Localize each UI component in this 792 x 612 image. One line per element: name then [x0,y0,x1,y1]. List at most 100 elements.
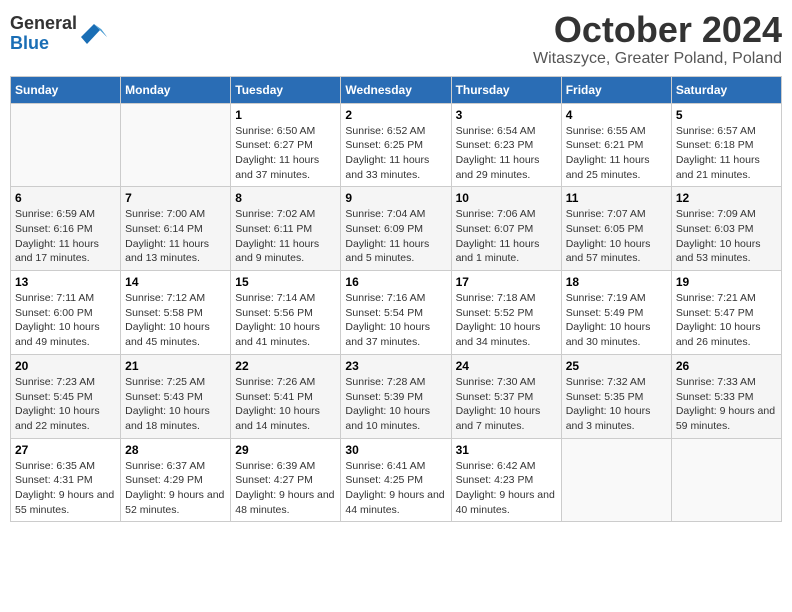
logo-icon [79,19,109,49]
day-info: Sunrise: 6:42 AM Sunset: 4:23 PM Dayligh… [456,459,557,518]
day-info: Sunrise: 7:14 AM Sunset: 5:56 PM Dayligh… [235,291,336,350]
location-title: Witaszyce, Greater Poland, Poland [533,50,782,68]
calendar-day-cell: 9 Sunrise: 7:04 AM Sunset: 6:09 PM Daylig… [341,187,451,271]
day-info: Sunrise: 6:35 AM Sunset: 4:31 PM Dayligh… [15,459,116,518]
calendar-day-cell: 8 Sunrise: 7:02 AM Sunset: 6:11 PM Daylig… [231,187,341,271]
calendar-day-cell: 30Sunrise: 6:41 AM Sunset: 4:25 PM Dayli… [341,438,451,522]
calendar-week-row: 27 Sunrise: 6:35 AM Sunset: 4:31 PM Dayli… [11,438,782,522]
day-number: 27 [15,443,116,457]
calendar-week-row: 6Sunrise: 6:59 AM Sunset: 6:16 PM Daylig… [11,187,782,271]
calendar-week-row: 13 Sunrise: 7:11 AM Sunset: 6:00 PM Dayli… [11,271,782,355]
logo-blue-text: Blue [10,34,77,54]
day-number: 8 [235,191,336,205]
day-info: Sunrise: 7:06 AM Sunset: 6:07 PM Dayligh… [456,207,557,266]
day-info: Sunrise: 7:16 AM Sunset: 5:54 PM Dayligh… [345,291,446,350]
day-info: Sunrise: 7:02 AM Sunset: 6:11 PM Dayligh… [235,207,336,266]
day-number: 17 [456,275,557,289]
calendar-day-cell: 3Sunrise: 6:54 AM Sunset: 6:23 PM Daylig… [451,103,561,187]
calendar-day-cell: 12 Sunrise: 7:09 AM Sunset: 6:03 PM Dayli… [671,187,781,271]
day-info: Sunrise: 6:39 AM Sunset: 4:27 PM Dayligh… [235,459,336,518]
day-number: 2 [345,108,446,122]
day-number: 26 [676,359,777,373]
calendar-day-cell [11,103,121,187]
day-info: Sunrise: 7:04 AM Sunset: 6:09 PM Dayligh… [345,207,446,266]
day-number: 6 [15,191,116,205]
calendar-day-cell: 29 Sunrise: 6:39 AM Sunset: 4:27 PM Dayli… [231,438,341,522]
calendar-day-cell: 7 Sunrise: 7:00 AM Sunset: 6:14 PM Daylig… [121,187,231,271]
calendar-day-cell: 24Sunrise: 7:30 AM Sunset: 5:37 PM Dayli… [451,354,561,438]
day-number: 18 [566,275,667,289]
calendar-day-cell: 14Sunrise: 7:12 AM Sunset: 5:58 PM Dayli… [121,271,231,355]
day-number: 11 [566,191,667,205]
calendar-table: SundayMondayTuesdayWednesdayThursdayFrid… [10,76,782,523]
day-info: Sunrise: 6:41 AM Sunset: 4:25 PM Dayligh… [345,459,446,518]
day-number: 3 [456,108,557,122]
calendar-day-cell: 26 Sunrise: 7:33 AM Sunset: 5:33 PM Dayli… [671,354,781,438]
calendar-day-cell: 20 Sunrise: 7:23 AM Sunset: 5:45 PM Dayli… [11,354,121,438]
day-info: Sunrise: 7:23 AM Sunset: 5:45 PM Dayligh… [15,375,116,434]
logo: General Blue [10,14,109,54]
day-of-week-header: Friday [561,76,671,103]
day-info: Sunrise: 6:55 AM Sunset: 6:21 PM Dayligh… [566,124,667,183]
calendar-day-cell: 23 Sunrise: 7:28 AM Sunset: 5:39 PM Dayli… [341,354,451,438]
day-of-week-header: Thursday [451,76,561,103]
day-number: 28 [125,443,226,457]
day-number: 25 [566,359,667,373]
logo-general-text: General [10,14,77,34]
calendar-day-cell: 28 Sunrise: 6:37 AM Sunset: 4:29 PM Dayli… [121,438,231,522]
day-number: 16 [345,275,446,289]
calendar-day-cell: 4 Sunrise: 6:55 AM Sunset: 6:21 PM Daylig… [561,103,671,187]
calendar-day-cell: 16 Sunrise: 7:16 AM Sunset: 5:54 PM Dayli… [341,271,451,355]
day-number: 9 [345,191,446,205]
day-number: 12 [676,191,777,205]
day-info: Sunrise: 6:50 AM Sunset: 6:27 PM Dayligh… [235,124,336,183]
day-number: 31 [456,443,557,457]
day-info: Sunrise: 7:21 AM Sunset: 5:47 PM Dayligh… [676,291,777,350]
day-number: 20 [15,359,116,373]
day-number: 7 [125,191,226,205]
day-number: 13 [15,275,116,289]
calendar-day-cell: 31 Sunrise: 6:42 AM Sunset: 4:23 PM Dayli… [451,438,561,522]
calendar-day-cell: 15 Sunrise: 7:14 AM Sunset: 5:56 PM Dayli… [231,271,341,355]
day-number: 29 [235,443,336,457]
day-number: 10 [456,191,557,205]
day-number: 19 [676,275,777,289]
calendar-day-cell [561,438,671,522]
day-of-week-header: Monday [121,76,231,103]
day-number: 1 [235,108,336,122]
calendar-header-row: SundayMondayTuesdayWednesdayThursdayFrid… [11,76,782,103]
title-section: October 2024 Witaszyce, Greater Poland, … [533,10,782,68]
day-info: Sunrise: 7:12 AM Sunset: 5:58 PM Dayligh… [125,291,226,350]
day-of-week-header: Saturday [671,76,781,103]
calendar-day-cell [671,438,781,522]
calendar-week-row: 1 Sunrise: 6:50 AM Sunset: 6:27 PM Daylig… [11,103,782,187]
calendar-day-cell: 1 Sunrise: 6:50 AM Sunset: 6:27 PM Daylig… [231,103,341,187]
day-info: Sunrise: 7:19 AM Sunset: 5:49 PM Dayligh… [566,291,667,350]
day-info: Sunrise: 7:26 AM Sunset: 5:41 PM Dayligh… [235,375,336,434]
month-title: October 2024 [533,10,782,50]
calendar-day-cell: 5 Sunrise: 6:57 AM Sunset: 6:18 PM Daylig… [671,103,781,187]
calendar-day-cell: 13 Sunrise: 7:11 AM Sunset: 6:00 PM Dayli… [11,271,121,355]
day-info: Sunrise: 7:00 AM Sunset: 6:14 PM Dayligh… [125,207,226,266]
day-number: 15 [235,275,336,289]
day-info: Sunrise: 7:28 AM Sunset: 5:39 PM Dayligh… [345,375,446,434]
calendar-day-cell: 10 Sunrise: 7:06 AM Sunset: 6:07 PM Dayli… [451,187,561,271]
calendar-day-cell: 19 Sunrise: 7:21 AM Sunset: 5:47 PM Dayli… [671,271,781,355]
day-info: Sunrise: 6:57 AM Sunset: 6:18 PM Dayligh… [676,124,777,183]
day-info: Sunrise: 6:52 AM Sunset: 6:25 PM Dayligh… [345,124,446,183]
calendar-day-cell: 6Sunrise: 6:59 AM Sunset: 6:16 PM Daylig… [11,187,121,271]
day-number: 22 [235,359,336,373]
day-info: Sunrise: 7:07 AM Sunset: 6:05 PM Dayligh… [566,207,667,266]
day-number: 5 [676,108,777,122]
day-info: Sunrise: 7:11 AM Sunset: 6:00 PM Dayligh… [15,291,116,350]
calendar-day-cell: 17Sunrise: 7:18 AM Sunset: 5:52 PM Dayli… [451,271,561,355]
calendar-day-cell: 27 Sunrise: 6:35 AM Sunset: 4:31 PM Dayli… [11,438,121,522]
day-number: 23 [345,359,446,373]
day-info: Sunrise: 7:33 AM Sunset: 5:33 PM Dayligh… [676,375,777,434]
calendar-day-cell: 11 Sunrise: 7:07 AM Sunset: 6:05 PM Dayli… [561,187,671,271]
calendar-day-cell: 18 Sunrise: 7:19 AM Sunset: 5:49 PM Dayli… [561,271,671,355]
day-info: Sunrise: 6:37 AM Sunset: 4:29 PM Dayligh… [125,459,226,518]
day-number: 4 [566,108,667,122]
day-info: Sunrise: 7:09 AM Sunset: 6:03 PM Dayligh… [676,207,777,266]
day-info: Sunrise: 7:32 AM Sunset: 5:35 PM Dayligh… [566,375,667,434]
